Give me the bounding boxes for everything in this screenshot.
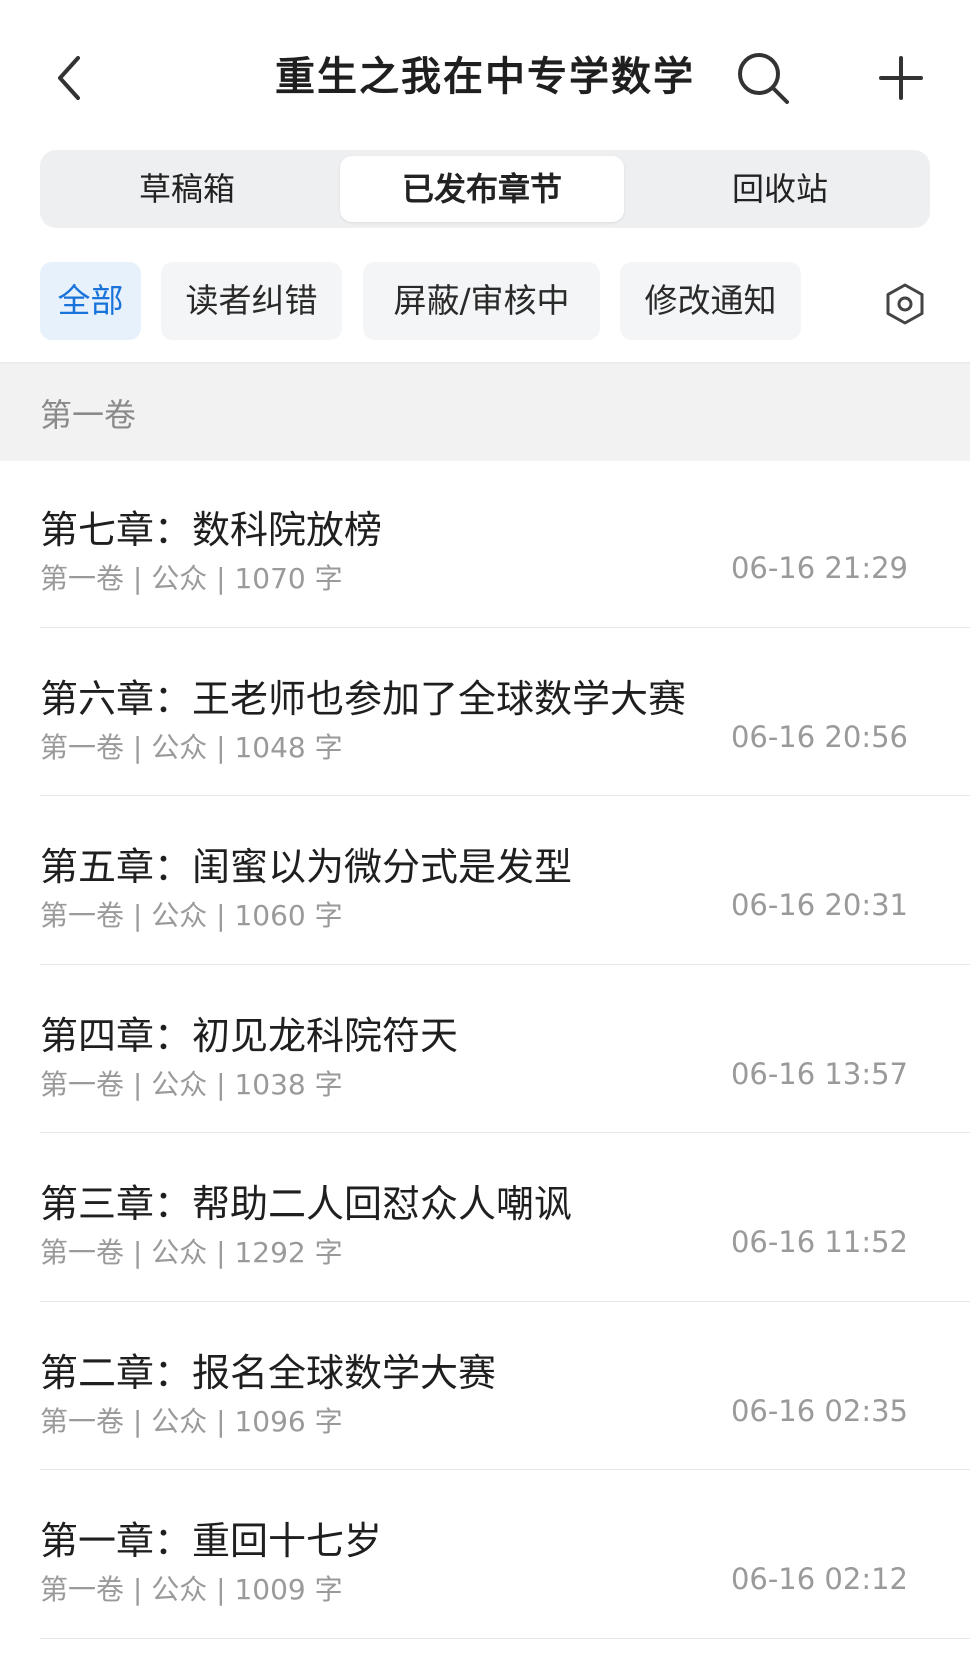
filter-bar: 全部 读者纠错 屏蔽/审核中 修改通知 xyxy=(0,232,970,360)
chapter-title: 第四章：初见龙科院符天 xyxy=(40,1013,459,1058)
chapter-title: 第三章：帮助二人回怼众人嘲讽 xyxy=(40,1182,573,1226)
chapter-row[interactable]: 第七章：数科院放榜 第一卷 | 公众 | 1070 字 06-16 21:29 xyxy=(0,459,970,628)
chapter-time: 06-16 21:29 xyxy=(730,551,908,585)
chapter-title: 第六章：王老师也参加了全球数学大赛 xyxy=(40,676,687,721)
chapter-meta: 第一卷 | 公众 | 1070 字 xyxy=(40,562,343,595)
chapter-time: 06-16 02:12 xyxy=(730,1562,908,1596)
search-icon xyxy=(738,53,789,104)
chapter-title: 第二章：报名全球数学大赛 xyxy=(40,1350,497,1395)
chapter-row[interactable]: 第二章：报名全球数学大赛 第一卷 | 公众 | 1096 字 06-16 02:… xyxy=(0,1302,970,1471)
chapter-status-tabs: 草稿箱 已发布章节 回收站 xyxy=(40,150,930,228)
tab-drafts[interactable]: 草稿箱 xyxy=(46,156,328,222)
filter-reader-corrections[interactable]: 读者纠错 xyxy=(161,262,342,340)
chapter-list: 第七章：数科院放榜 第一卷 | 公众 | 1070 字 06-16 21:29 … xyxy=(0,459,970,1639)
search-button[interactable] xyxy=(733,48,793,108)
volume-header: 第一卷 xyxy=(0,362,970,461)
chapter-title: 第七章：数科院放榜 xyxy=(40,508,383,552)
chapter-meta: 第一卷 | 公众 | 1009 字 xyxy=(40,1573,343,1606)
add-chapter-button[interactable] xyxy=(873,48,929,108)
chapter-time: 06-16 02:35 xyxy=(730,1393,908,1428)
chapter-time: 06-16 13:57 xyxy=(730,1056,908,1091)
chapter-meta: 第一卷 | 公众 | 1292 字 xyxy=(40,1236,343,1269)
filter-settings-button[interactable] xyxy=(883,282,927,326)
tab-published[interactable]: 已发布章节 xyxy=(340,156,624,222)
tab-recycle-bin[interactable]: 回收站 xyxy=(636,156,924,222)
chapter-row[interactable]: 第四章：初见龙科院符天 第一卷 | 公众 | 1038 字 06-16 13:5… xyxy=(0,965,970,1134)
chapter-time: 06-16 20:31 xyxy=(730,888,908,922)
filter-blocked-reviewing[interactable]: 屏蔽/审核中 xyxy=(363,262,600,340)
chapter-row[interactable]: 第五章：闺蜜以为微分式是发型 第一卷 | 公众 | 1060 字 06-16 2… xyxy=(0,796,970,965)
plus-icon xyxy=(879,56,923,100)
page-title: 重生之我在中专学数学 xyxy=(275,54,695,100)
chapter-time: 06-16 20:56 xyxy=(730,719,908,754)
chapter-title: 第五章：闺蜜以为微分式是发型 xyxy=(40,845,573,889)
hexagon-settings-icon xyxy=(886,283,924,325)
chapter-row[interactable]: 第一章：重回十七岁 第一卷 | 公众 | 1009 字 06-16 02:12 xyxy=(0,1470,970,1639)
filter-all[interactable]: 全部 xyxy=(40,262,141,340)
filter-edit-notice[interactable]: 修改通知 xyxy=(620,262,801,340)
chapter-time: 06-16 11:52 xyxy=(730,1225,908,1259)
chapter-meta: 第一卷 | 公众 | 1096 字 xyxy=(40,1404,343,1438)
chapter-row[interactable]: 第六章：王老师也参加了全球数学大赛 第一卷 | 公众 | 1048 字 06-1… xyxy=(0,628,970,797)
volume-label: 第一卷 xyxy=(40,396,137,434)
top-bar: 重生之我在中专学数学 xyxy=(0,0,970,150)
chapter-row[interactable]: 第三章：帮助二人回怼众人嘲讽 第一卷 | 公众 | 1292 字 06-16 1… xyxy=(0,1133,970,1302)
chapter-meta: 第一卷 | 公众 | 1038 字 xyxy=(40,1067,343,1101)
chapter-title: 第一章：重回十七岁 xyxy=(40,1519,383,1563)
chapter-meta: 第一卷 | 公众 | 1060 字 xyxy=(40,899,343,932)
chapter-meta: 第一卷 | 公众 | 1048 字 xyxy=(40,730,343,764)
